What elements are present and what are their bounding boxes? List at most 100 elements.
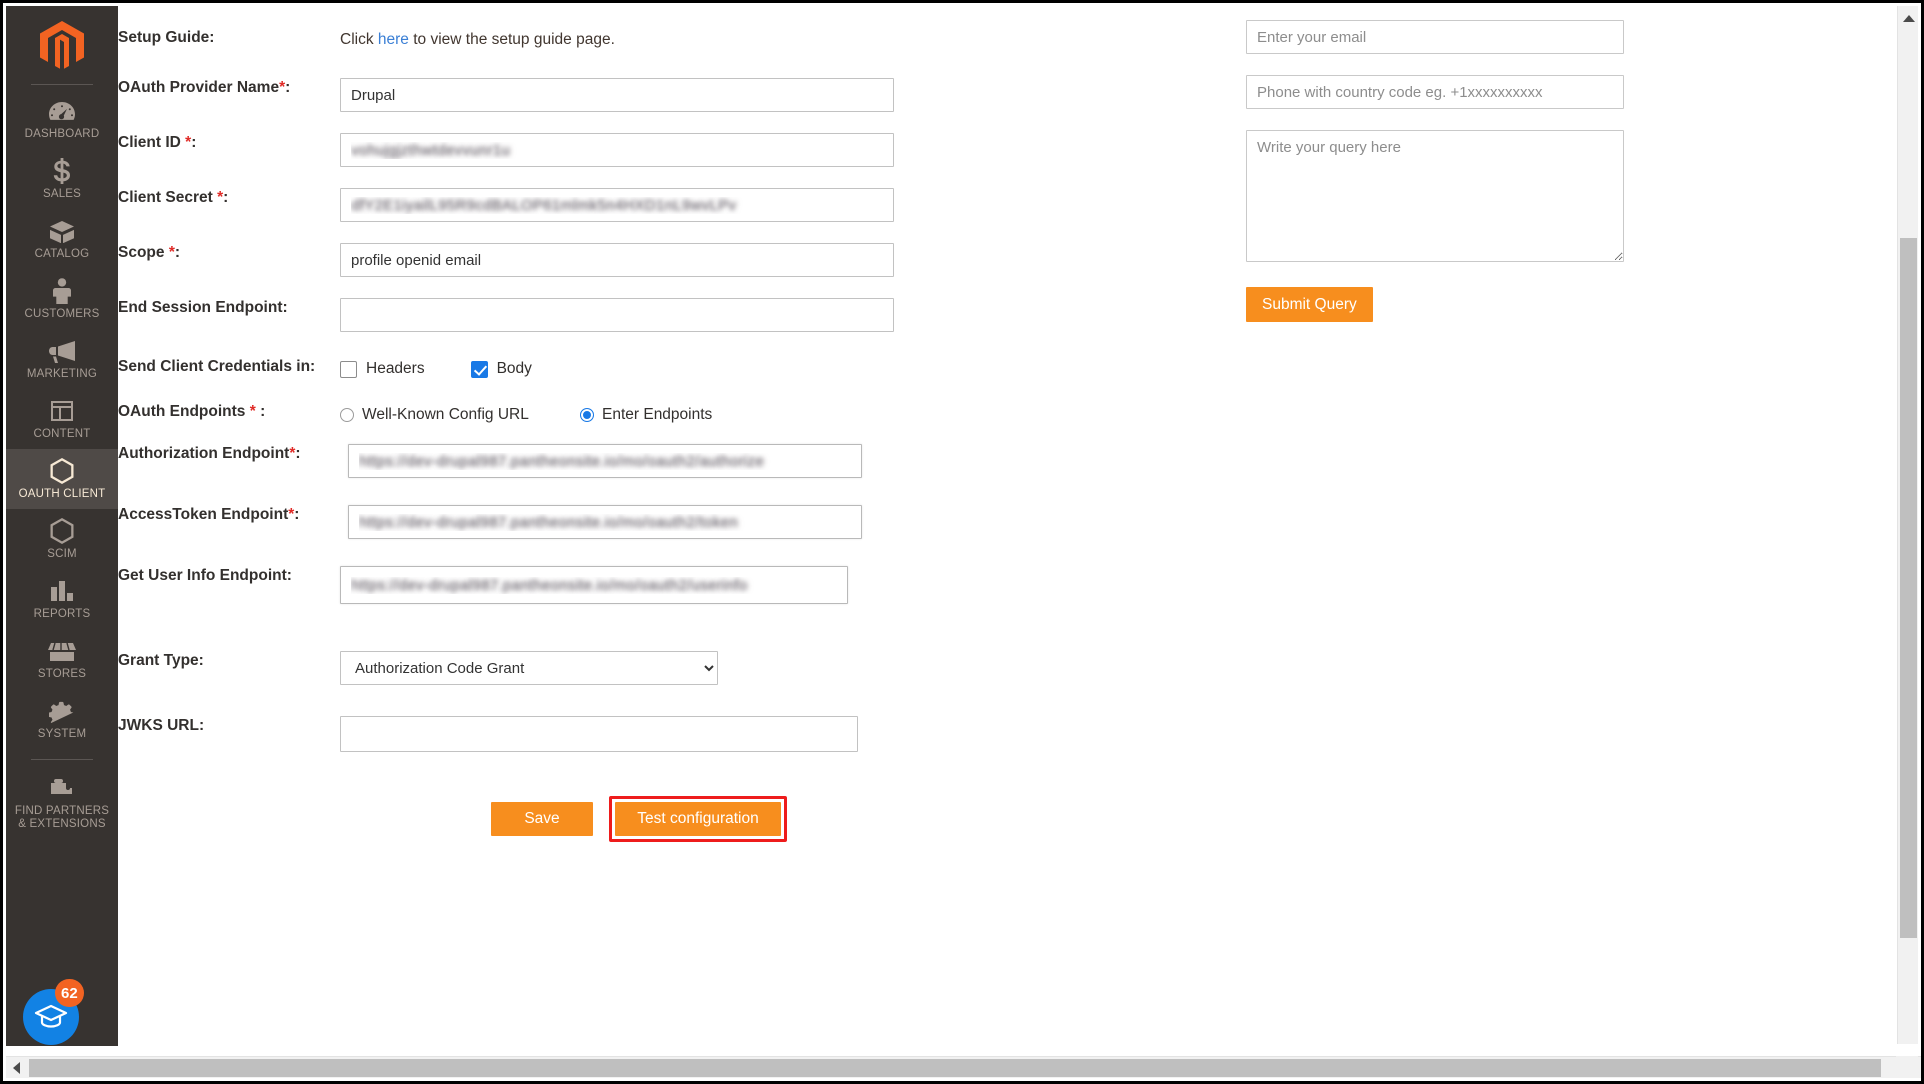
test-configuration-button[interactable]: Test configuration bbox=[615, 802, 781, 836]
sidebar-item-label: CUSTOMERS bbox=[24, 308, 99, 321]
horizontal-scrollbar[interactable] bbox=[6, 1056, 1924, 1078]
support-query-panel: Submit Query bbox=[1246, 20, 1626, 322]
label-text: OAuth Provider Name bbox=[118, 79, 279, 96]
support-email-input[interactable] bbox=[1246, 20, 1624, 54]
accesstoken-endpoint-input[interactable] bbox=[348, 505, 862, 539]
row-get-user-info-endpoint: Get User Info Endpoint: bbox=[118, 566, 1218, 604]
sidebar-divider-top bbox=[31, 84, 93, 85]
row-setup-guide: Setup Guide: Click here to view the setu… bbox=[118, 28, 1218, 50]
row-client-id: Client ID *: bbox=[118, 133, 1218, 167]
label-text: Authorization Endpoint bbox=[118, 445, 289, 462]
setup-guide-suffix: to view the setup guide page. bbox=[409, 31, 615, 48]
client-id-label: Client ID *: bbox=[118, 133, 340, 152]
radio-label-well-known: Well-Known Config URL bbox=[362, 406, 529, 424]
sidebar-item-label: FIND PARTNERS & EXTENSIONS bbox=[10, 805, 114, 831]
save-button[interactable]: Save bbox=[491, 802, 593, 836]
magento-logo[interactable] bbox=[6, 6, 118, 84]
storefront-icon bbox=[48, 638, 76, 664]
label-text: Client Secret bbox=[118, 189, 217, 206]
checkbox-headers[interactable]: Headers bbox=[340, 360, 425, 378]
client-id-input[interactable] bbox=[340, 133, 894, 167]
authorization-endpoint-input[interactable] bbox=[348, 444, 862, 478]
sidebar-item-oauth-client[interactable]: OAUTH CLIENT bbox=[6, 449, 118, 509]
main-content: Setup Guide: Click here to view the setu… bbox=[118, 6, 1876, 1026]
sidebar-item-catalog[interactable]: CATALOG bbox=[6, 209, 118, 269]
setup-guide-link[interactable]: here bbox=[378, 31, 409, 48]
scope-label: Scope *: bbox=[118, 243, 340, 262]
sidebar-item-scim[interactable]: SCIM bbox=[6, 509, 118, 569]
sidebar-item-label: MARKETING bbox=[27, 368, 97, 381]
sidebar-item-label: DASHBOARD bbox=[25, 128, 100, 141]
oauth-endpoints-options: Well-Known Config URL Enter Endpoints bbox=[340, 402, 1218, 424]
row-form-actions: Save Test configuration bbox=[118, 796, 1218, 842]
end-session-endpoint-input[interactable] bbox=[340, 298, 894, 332]
person-icon bbox=[52, 278, 72, 304]
row-grant-type: Grant Type: Authorization Code Grant bbox=[118, 651, 1218, 685]
dashboard-gauge-icon bbox=[48, 98, 76, 124]
grant-type-select[interactable]: Authorization Code Grant bbox=[340, 651, 718, 685]
grant-type-label: Grant Type: bbox=[118, 651, 340, 670]
jwks-url-input[interactable] bbox=[340, 716, 858, 752]
sidebar-item-content[interactable]: CONTENT bbox=[6, 389, 118, 449]
sidebar-item-label: SYSTEM bbox=[38, 728, 87, 741]
admin-sidebar: DASHBOARD SALES CATALOG CUSTOMERS MARKET bbox=[6, 6, 118, 1046]
required-asterisk: * bbox=[185, 134, 191, 151]
radio-well-known-config-url[interactable]: Well-Known Config URL bbox=[340, 406, 580, 424]
box-icon bbox=[48, 218, 76, 244]
setup-guide-text: Click here to view the setup guide page. bbox=[340, 28, 1218, 50]
help-badge-count: 62 bbox=[55, 979, 84, 1007]
hexagon-icon bbox=[49, 458, 75, 484]
checkbox-box-headers[interactable] bbox=[340, 361, 357, 378]
scroll-left-arrow-icon[interactable] bbox=[6, 1057, 27, 1079]
sidebar-item-label: STORES bbox=[38, 668, 86, 681]
oauth-provider-name-label: OAuth Provider Name*: bbox=[118, 78, 340, 97]
required-asterisk: * bbox=[217, 189, 223, 206]
setup-guide-prefix: Click bbox=[340, 31, 378, 48]
hexagon-icon bbox=[49, 518, 75, 544]
checkbox-body[interactable]: Body bbox=[471, 360, 532, 378]
puzzle-icon bbox=[48, 775, 76, 801]
required-asterisk: * bbox=[279, 79, 285, 96]
required-asterisk: * bbox=[289, 445, 295, 462]
label-text: Client ID bbox=[118, 134, 185, 151]
magento-logo-icon bbox=[38, 20, 86, 70]
horizontal-scrollbar-thumb[interactable] bbox=[29, 1059, 1881, 1077]
support-query-textarea[interactable] bbox=[1246, 130, 1624, 262]
radio-label-enter-endpoints: Enter Endpoints bbox=[602, 406, 712, 424]
client-secret-input[interactable] bbox=[340, 188, 894, 222]
required-asterisk: * bbox=[169, 244, 175, 261]
sidebar-item-label: OAUTH CLIENT bbox=[19, 488, 106, 501]
checkbox-label-body: Body bbox=[497, 360, 532, 378]
scope-input[interactable] bbox=[340, 243, 894, 277]
sidebar-item-label: SALES bbox=[43, 188, 81, 201]
send-client-credentials-label: Send Client Credentials in: bbox=[118, 357, 340, 376]
scroll-up-arrow-icon[interactable] bbox=[1898, 8, 1919, 28]
submit-query-button[interactable]: Submit Query bbox=[1246, 287, 1373, 322]
sidebar-item-customers[interactable]: CUSTOMERS bbox=[6, 269, 118, 329]
sidebar-item-sales[interactable]: SALES bbox=[6, 149, 118, 209]
send-client-credentials-options: Headers Body bbox=[340, 357, 1218, 378]
oauth-provider-name-input[interactable] bbox=[340, 78, 894, 112]
sidebar-item-label: CATALOG bbox=[35, 248, 90, 261]
radio-circle-well-known[interactable] bbox=[340, 408, 354, 422]
vertical-scrollbar[interactable] bbox=[1897, 6, 1918, 1044]
sidebar-item-marketing[interactable]: MARKETING bbox=[6, 329, 118, 389]
sidebar-item-stores[interactable]: STORES bbox=[6, 629, 118, 689]
vertical-scrollbar-thumb[interactable] bbox=[1900, 238, 1917, 938]
sidebar-item-reports[interactable]: REPORTS bbox=[6, 569, 118, 629]
label-text: Scope bbox=[118, 244, 169, 261]
sidebar-item-label: REPORTS bbox=[34, 608, 91, 621]
get-user-info-endpoint-input[interactable] bbox=[340, 566, 848, 604]
radio-enter-endpoints[interactable]: Enter Endpoints bbox=[580, 406, 712, 424]
sidebar-item-label: CONTENT bbox=[34, 428, 91, 441]
sidebar-item-dashboard[interactable]: DASHBOARD bbox=[6, 89, 118, 149]
sidebar-item-find-partners-extensions[interactable]: FIND PARTNERS & EXTENSIONS bbox=[6, 766, 118, 839]
support-phone-input[interactable] bbox=[1246, 75, 1624, 109]
checkbox-box-body[interactable] bbox=[471, 361, 488, 378]
client-secret-label: Client Secret *: bbox=[118, 188, 340, 207]
radio-circle-enter-endpoints[interactable] bbox=[580, 408, 594, 422]
gear-icon bbox=[49, 698, 75, 724]
sidebar-item-system[interactable]: SYSTEM bbox=[6, 689, 118, 749]
sidebar-item-label: SCIM bbox=[47, 548, 77, 561]
oauth-endpoints-label: OAuth Endpoints * : bbox=[118, 402, 340, 421]
